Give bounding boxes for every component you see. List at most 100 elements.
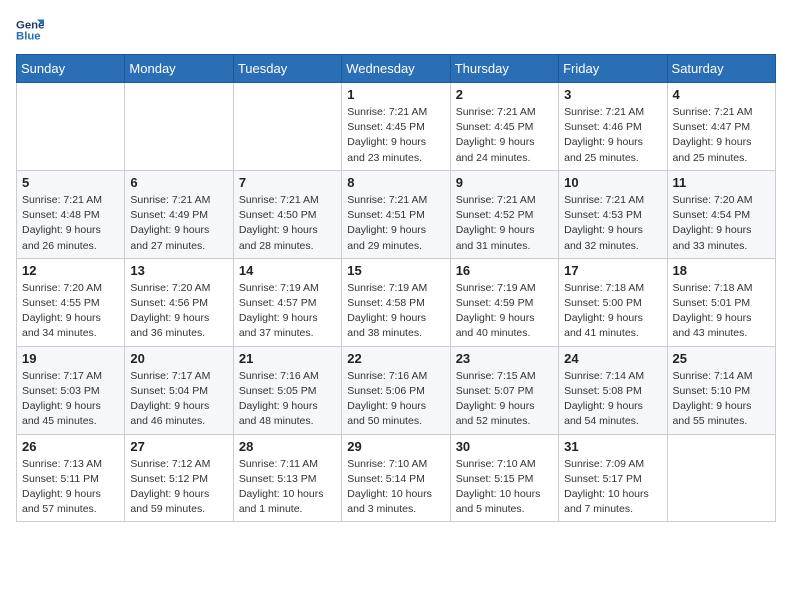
day-number: 23	[456, 351, 553, 366]
day-info: Sunrise: 7:20 AMSunset: 4:56 PMDaylight:…	[130, 281, 227, 342]
day-header-friday: Friday	[559, 55, 667, 83]
calendar-week-row: 12 Sunrise: 7:20 AMSunset: 4:55 PMDayligh…	[17, 258, 776, 346]
calendar-day-cell: 17 Sunrise: 7:18 AMSunset: 5:00 PMDayligh…	[559, 258, 667, 346]
day-header-monday: Monday	[125, 55, 233, 83]
calendar-day-cell	[233, 83, 341, 171]
day-info: Sunrise: 7:21 AMSunset: 4:52 PMDaylight:…	[456, 193, 553, 254]
calendar-day-cell: 31 Sunrise: 7:09 AMSunset: 5:17 PMDayligh…	[559, 434, 667, 522]
day-info: Sunrise: 7:18 AMSunset: 5:01 PMDaylight:…	[673, 281, 770, 342]
calendar-day-cell: 29 Sunrise: 7:10 AMSunset: 5:14 PMDayligh…	[342, 434, 450, 522]
day-number: 5	[22, 175, 119, 190]
calendar-day-cell: 10 Sunrise: 7:21 AMSunset: 4:53 PMDayligh…	[559, 170, 667, 258]
day-info: Sunrise: 7:21 AMSunset: 4:47 PMDaylight:…	[673, 105, 770, 166]
day-info: Sunrise: 7:21 AMSunset: 4:45 PMDaylight:…	[456, 105, 553, 166]
day-info: Sunrise: 7:13 AMSunset: 5:11 PMDaylight:…	[22, 457, 119, 518]
calendar-day-cell: 28 Sunrise: 7:11 AMSunset: 5:13 PMDayligh…	[233, 434, 341, 522]
calendar-week-row: 1 Sunrise: 7:21 AMSunset: 4:45 PMDaylight…	[17, 83, 776, 171]
calendar-header-row: SundayMondayTuesdayWednesdayThursdayFrid…	[17, 55, 776, 83]
day-number: 28	[239, 439, 336, 454]
day-number: 22	[347, 351, 444, 366]
day-header-wednesday: Wednesday	[342, 55, 450, 83]
calendar-day-cell: 11 Sunrise: 7:20 AMSunset: 4:54 PMDayligh…	[667, 170, 775, 258]
day-info: Sunrise: 7:10 AMSunset: 5:15 PMDaylight:…	[456, 457, 553, 518]
day-header-saturday: Saturday	[667, 55, 775, 83]
day-number: 13	[130, 263, 227, 278]
calendar-day-cell: 4 Sunrise: 7:21 AMSunset: 4:47 PMDaylight…	[667, 83, 775, 171]
calendar-week-row: 5Sunrise: 7:21 AMSunset: 4:48 PMDaylight…	[17, 170, 776, 258]
day-info: Sunrise: 7:18 AMSunset: 5:00 PMDaylight:…	[564, 281, 661, 342]
day-info: Sunrise: 7:21 AMSunset: 4:45 PMDaylight:…	[347, 105, 444, 166]
day-info: Sunrise: 7:21 AMSunset: 4:50 PMDaylight:…	[239, 193, 336, 254]
day-info: Sunrise: 7:21 AMSunset: 4:53 PMDaylight:…	[564, 193, 661, 254]
day-number: 10	[564, 175, 661, 190]
page-header: General Blue	[16, 16, 776, 44]
calendar-day-cell: 19Sunrise: 7:17 AMSunset: 5:03 PMDayligh…	[17, 346, 125, 434]
day-number: 9	[456, 175, 553, 190]
day-number: 20	[130, 351, 227, 366]
day-number: 17	[564, 263, 661, 278]
calendar-day-cell: 24 Sunrise: 7:14 AMSunset: 5:08 PMDayligh…	[559, 346, 667, 434]
day-number: 19	[22, 351, 119, 366]
day-info: Sunrise: 7:19 AMSunset: 4:57 PMDaylight:…	[239, 281, 336, 342]
calendar-week-row: 19Sunrise: 7:17 AMSunset: 5:03 PMDayligh…	[17, 346, 776, 434]
calendar-day-cell: 27 Sunrise: 7:12 AMSunset: 5:12 PMDayligh…	[125, 434, 233, 522]
day-number: 6	[130, 175, 227, 190]
calendar-day-cell: 25 Sunrise: 7:14 AMSunset: 5:10 PMDayligh…	[667, 346, 775, 434]
calendar-day-cell	[125, 83, 233, 171]
calendar-day-cell: 20 Sunrise: 7:17 AMSunset: 5:04 PMDayligh…	[125, 346, 233, 434]
day-info: Sunrise: 7:14 AMSunset: 5:10 PMDaylight:…	[673, 369, 770, 430]
day-number: 31	[564, 439, 661, 454]
day-info: Sunrise: 7:11 AMSunset: 5:13 PMDaylight:…	[239, 457, 336, 518]
day-number: 3	[564, 87, 661, 102]
calendar-day-cell: 14 Sunrise: 7:19 AMSunset: 4:57 PMDayligh…	[233, 258, 341, 346]
day-info: Sunrise: 7:10 AMSunset: 5:14 PMDaylight:…	[347, 457, 444, 518]
day-number: 16	[456, 263, 553, 278]
svg-text:Blue: Blue	[16, 31, 41, 43]
calendar-day-cell: 3 Sunrise: 7:21 AMSunset: 4:46 PMDaylight…	[559, 83, 667, 171]
day-number: 14	[239, 263, 336, 278]
day-info: Sunrise: 7:20 AMSunset: 4:54 PMDaylight:…	[673, 193, 770, 254]
day-info: Sunrise: 7:16 AMSunset: 5:05 PMDaylight:…	[239, 369, 336, 430]
day-header-thursday: Thursday	[450, 55, 558, 83]
day-info: Sunrise: 7:19 AMSunset: 4:58 PMDaylight:…	[347, 281, 444, 342]
calendar-day-cell: 8Sunrise: 7:21 AMSunset: 4:51 PMDaylight…	[342, 170, 450, 258]
day-info: Sunrise: 7:15 AMSunset: 5:07 PMDaylight:…	[456, 369, 553, 430]
day-number: 1	[347, 87, 444, 102]
day-number: 12	[22, 263, 119, 278]
calendar-day-cell: 22 Sunrise: 7:16 AMSunset: 5:06 PMDayligh…	[342, 346, 450, 434]
day-number: 25	[673, 351, 770, 366]
day-number: 27	[130, 439, 227, 454]
day-info: Sunrise: 7:14 AMSunset: 5:08 PMDaylight:…	[564, 369, 661, 430]
day-info: Sunrise: 7:16 AMSunset: 5:06 PMDaylight:…	[347, 369, 444, 430]
day-info: Sunrise: 7:20 AMSunset: 4:55 PMDaylight:…	[22, 281, 119, 342]
day-info: Sunrise: 7:09 AMSunset: 5:17 PMDaylight:…	[564, 457, 661, 518]
day-number: 4	[673, 87, 770, 102]
day-info: Sunrise: 7:17 AMSunset: 5:04 PMDaylight:…	[130, 369, 227, 430]
calendar-day-cell: 21 Sunrise: 7:16 AMSunset: 5:05 PMDayligh…	[233, 346, 341, 434]
calendar-day-cell: 18Sunrise: 7:18 AMSunset: 5:01 PMDayligh…	[667, 258, 775, 346]
calendar-day-cell: 23 Sunrise: 7:15 AMSunset: 5:07 PMDayligh…	[450, 346, 558, 434]
calendar-day-cell: 26Sunrise: 7:13 AMSunset: 5:11 PMDayligh…	[17, 434, 125, 522]
day-info: Sunrise: 7:12 AMSunset: 5:12 PMDaylight:…	[130, 457, 227, 518]
logo: General Blue	[16, 16, 44, 44]
calendar-day-cell	[17, 83, 125, 171]
calendar-day-cell: 30Sunrise: 7:10 AMSunset: 5:15 PMDayligh…	[450, 434, 558, 522]
day-info: Sunrise: 7:21 AMSunset: 4:51 PMDaylight:…	[347, 193, 444, 254]
calendar-week-row: 26Sunrise: 7:13 AMSunset: 5:11 PMDayligh…	[17, 434, 776, 522]
calendar-day-cell: 1 Sunrise: 7:21 AMSunset: 4:45 PMDaylight…	[342, 83, 450, 171]
calendar-day-cell	[667, 434, 775, 522]
calendar-day-cell: 5Sunrise: 7:21 AMSunset: 4:48 PMDaylight…	[17, 170, 125, 258]
day-info: Sunrise: 7:21 AMSunset: 4:46 PMDaylight:…	[564, 105, 661, 166]
day-number: 11	[673, 175, 770, 190]
calendar-day-cell: 16Sunrise: 7:19 AMSunset: 4:59 PMDayligh…	[450, 258, 558, 346]
calendar-day-cell: 6Sunrise: 7:21 AMSunset: 4:49 PMDaylight…	[125, 170, 233, 258]
day-number: 29	[347, 439, 444, 454]
calendar-day-cell: 9 Sunrise: 7:21 AMSunset: 4:52 PMDaylight…	[450, 170, 558, 258]
logo-icon: General Blue	[16, 16, 44, 44]
day-number: 7	[239, 175, 336, 190]
day-number: 2	[456, 87, 553, 102]
day-header-sunday: Sunday	[17, 55, 125, 83]
day-number: 24	[564, 351, 661, 366]
calendar-day-cell: 12 Sunrise: 7:20 AMSunset: 4:55 PMDayligh…	[17, 258, 125, 346]
day-number: 21	[239, 351, 336, 366]
